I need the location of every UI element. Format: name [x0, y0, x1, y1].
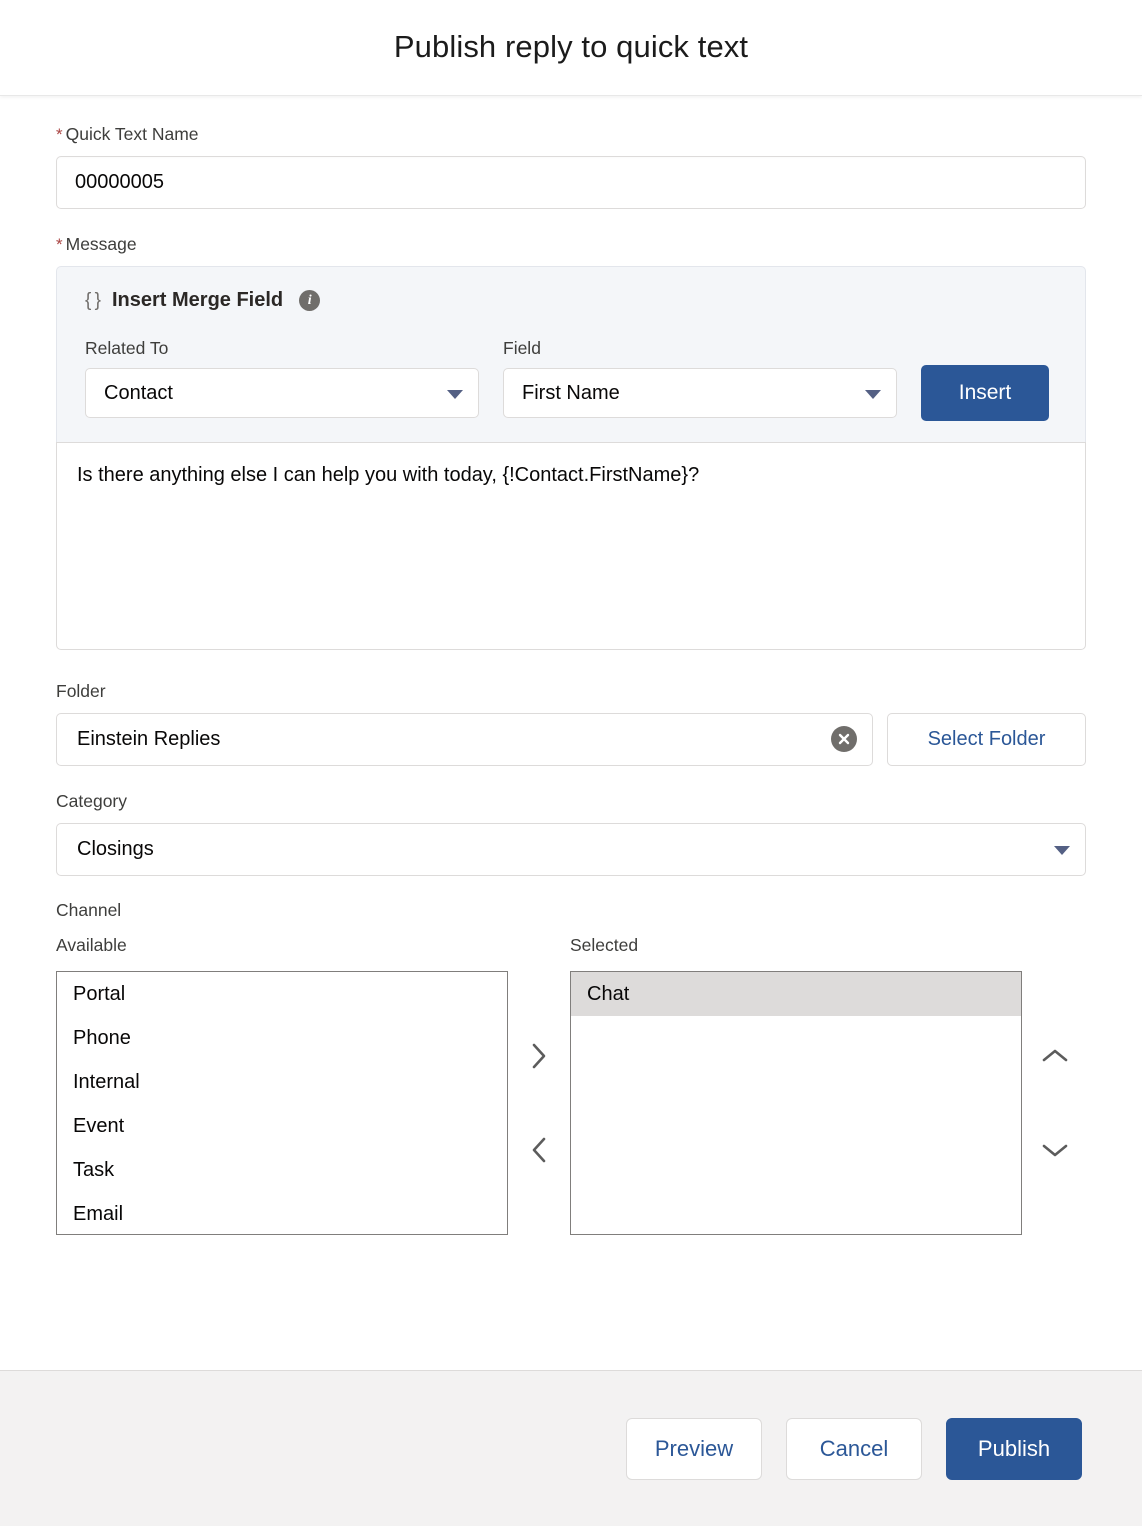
selected-listbox[interactable]: Chat — [570, 971, 1022, 1235]
category-label: Category — [56, 790, 1086, 813]
merge-field-title: Insert Merge Field — [112, 289, 283, 312]
merge-field-controls: Related To Contact Field First Name Inse… — [85, 338, 1057, 418]
page-title: Publish reply to quick text — [394, 30, 748, 64]
field-select[interactable]: First Name — [503, 368, 897, 418]
list-item[interactable]: Task — [57, 1148, 507, 1192]
related-to-group: Related To Contact — [85, 338, 479, 418]
list-item[interactable]: Event — [57, 1104, 507, 1148]
cancel-button[interactable]: Cancel — [786, 1418, 922, 1480]
field-group: Field First Name — [503, 338, 897, 418]
modal-footer: Preview Cancel Publish — [0, 1370, 1142, 1526]
folder-input-wrapper — [56, 713, 873, 766]
related-to-value: Contact — [85, 368, 479, 418]
message-textarea[interactable]: Is there anything else I can help you wi… — [56, 442, 1086, 650]
list-item[interactable]: Portal — [57, 972, 507, 1016]
merge-field-header: { } Insert Merge Field i — [85, 289, 1057, 312]
insert-merge-field-panel: { } Insert Merge Field i Related To Cont… — [56, 266, 1086, 442]
available-column: Available PortalPhoneInternalEventTaskEm… — [56, 935, 508, 1235]
list-item[interactable]: Phone — [57, 1016, 507, 1060]
category-value: Closings — [56, 823, 1086, 876]
publish-quick-text-modal: Publish reply to quick text *Quick Text … — [0, 0, 1142, 1526]
chevron-right-icon[interactable] — [519, 1036, 559, 1076]
message-label-text: Message — [66, 234, 137, 254]
quick-text-name-label-text: Quick Text Name — [66, 124, 199, 144]
modal-body: *Quick Text Name *Message { } Insert Mer… — [0, 97, 1142, 1370]
list-item[interactable]: Chat — [571, 972, 1021, 1016]
message-label: *Message — [56, 233, 1086, 256]
publish-button[interactable]: Publish — [946, 1418, 1082, 1480]
select-folder-button[interactable]: Select Folder — [887, 713, 1086, 766]
channel-label: Channel — [56, 900, 1086, 921]
required-indicator: * — [56, 235, 63, 254]
available-label: Available — [56, 935, 508, 957]
related-to-select[interactable]: Contact — [85, 368, 479, 418]
field-label: Field — [503, 338, 897, 359]
chevron-down-icon[interactable] — [1035, 1130, 1075, 1170]
info-icon[interactable]: i — [299, 290, 320, 311]
list-item[interactable]: Email — [57, 1192, 507, 1235]
quick-text-name-label: *Quick Text Name — [56, 123, 1086, 146]
list-item[interactable]: Internal — [57, 1060, 507, 1104]
chevron-up-icon[interactable] — [1035, 1036, 1075, 1076]
available-listbox[interactable]: PortalPhoneInternalEventTaskEmail — [56, 971, 508, 1235]
channel-dual-listbox: Available PortalPhoneInternalEventTaskEm… — [56, 935, 1086, 1235]
chevron-left-icon[interactable] — [519, 1130, 559, 1170]
modal-header: Publish reply to quick text — [0, 0, 1142, 96]
category-select[interactable]: Closings — [56, 823, 1086, 876]
insert-button[interactable]: Insert — [921, 365, 1049, 421]
folder-row: Select Folder — [56, 713, 1086, 766]
related-to-label: Related To — [85, 338, 479, 359]
preview-button[interactable]: Preview — [626, 1418, 762, 1480]
selected-column: Selected Chat — [570, 935, 1022, 1235]
required-indicator: * — [56, 125, 63, 144]
folder-label: Folder — [56, 680, 1086, 703]
field-value: First Name — [503, 368, 897, 418]
reorder-buttons-column — [1024, 935, 1086, 1235]
move-buttons-column — [508, 935, 570, 1235]
folder-input[interactable] — [56, 713, 873, 766]
selected-label: Selected — [570, 935, 1022, 957]
quick-text-name-input[interactable] — [56, 156, 1086, 209]
curly-braces-icon: { } — [85, 290, 100, 312]
